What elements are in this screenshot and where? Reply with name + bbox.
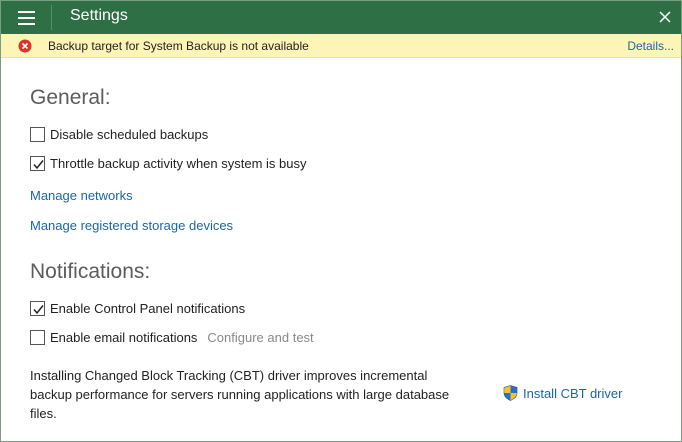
banner-message: Backup target for System Backup is not a… (48, 39, 309, 53)
throttle-backup-checkbox[interactable]: Throttle backup activity when system is … (30, 154, 307, 172)
checkbox-label: Enable email notifications (50, 329, 198, 345)
checkmark-icon (33, 159, 44, 169)
checkbox-box[interactable] (30, 126, 45, 142)
window-title: Settings (70, 7, 128, 24)
settings-window: Settings Backup target for System Backup… (0, 0, 682, 442)
cbt-description: Installing Changed Block Tracking (CBT) … (30, 368, 450, 421)
uac-shield-icon (503, 385, 518, 401)
title-bar: Settings (1, 1, 681, 34)
disable-scheduled-backups-checkbox[interactable]: Disable scheduled backups (30, 125, 208, 143)
control-panel-notifications-checkbox[interactable]: Enable Control Panel notifications (30, 299, 245, 317)
manage-networks-link[interactable]: Manage networks (30, 188, 133, 203)
checkbox-box[interactable] (30, 300, 45, 316)
error-banner: Backup target for System Backup is not a… (1, 34, 681, 58)
checkbox-box[interactable] (30, 329, 45, 345)
configure-and-test-link: Configure and test (207, 329, 314, 345)
email-notifications-checkbox[interactable]: Enable email notifications Configure and… (30, 328, 314, 346)
checkbox-box[interactable] (30, 155, 45, 171)
error-icon (18, 39, 32, 53)
title-separator (51, 5, 52, 30)
general-heading: General: (30, 86, 111, 109)
checkmark-icon (33, 304, 44, 314)
checkbox-label: Throttle backup activity when system is … (50, 155, 307, 171)
install-cbt-driver-link[interactable]: Install CBT driver (503, 385, 622, 401)
details-link[interactable]: Details... (627, 39, 674, 53)
checkbox-label: Disable scheduled backups (50, 126, 209, 142)
install-cbt-driver-label: Install CBT driver (523, 385, 623, 401)
close-icon (659, 11, 671, 23)
notifications-heading: Notifications: (30, 260, 151, 283)
checkbox-label: Enable Control Panel notifications (50, 300, 246, 316)
manage-storage-devices-link[interactable]: Manage registered storage devices (30, 218, 233, 233)
hamburger-menu-icon[interactable] (10, 4, 42, 31)
close-button[interactable] (653, 6, 677, 28)
